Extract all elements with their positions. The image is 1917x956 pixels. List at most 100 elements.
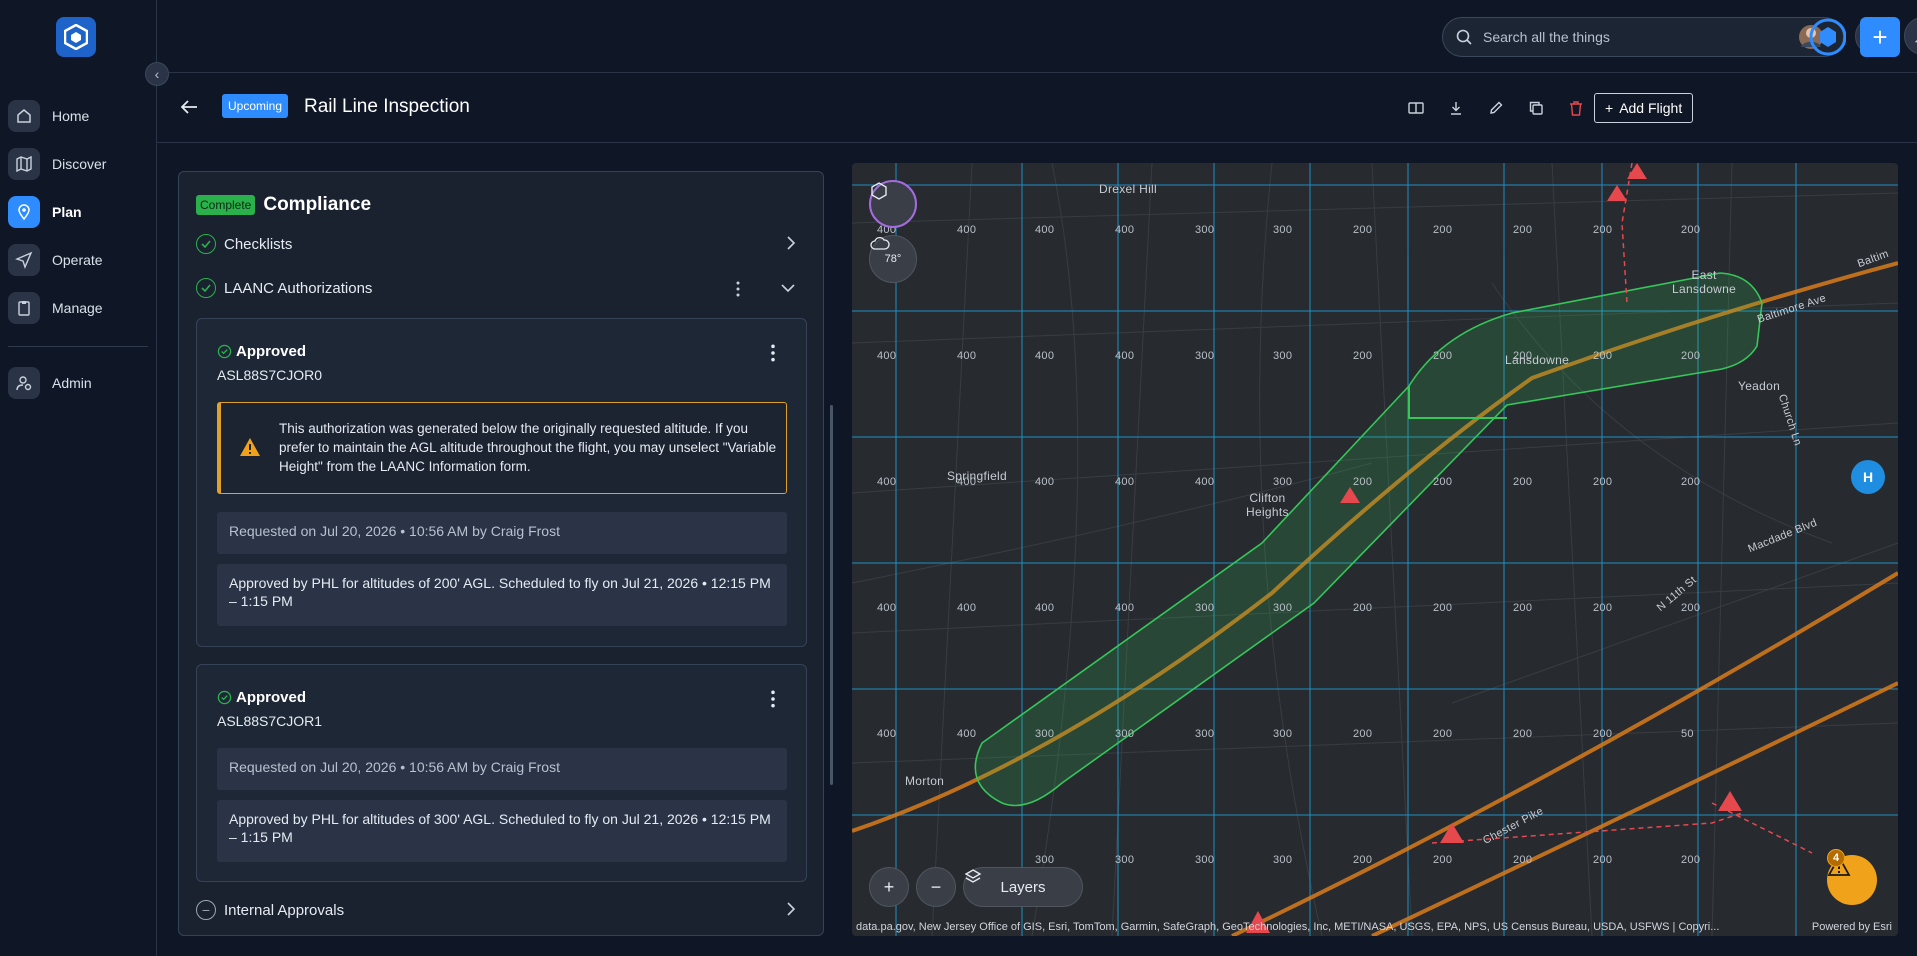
sidebar: Home Discover Plan Operate Manage Admin: [0, 0, 157, 956]
altitude-label: 400: [1115, 602, 1135, 614]
altitude-label: 200: [1353, 224, 1373, 236]
main-nav: Home Discover Plan Operate Manage Admin: [8, 92, 148, 407]
nav-item-home[interactable]: Home: [8, 92, 148, 140]
altitude-label: 200: [1353, 602, 1373, 614]
section-title: Compliance: [263, 194, 372, 215]
altitude-label: 300: [1035, 728, 1055, 740]
altitude-label: 200: [1593, 728, 1613, 740]
altitude-label: 200: [1433, 728, 1453, 740]
delete-button[interactable]: [1565, 97, 1587, 119]
approval-info: Approved by PHL for altitudes of 200' AG…: [217, 564, 787, 626]
weather-temp: 78°: [884, 253, 902, 265]
drone-view-button[interactable]: [869, 180, 917, 228]
altitude-label: 300: [1115, 728, 1135, 740]
place-label: Yeadon: [1738, 379, 1781, 393]
warning-text: This authorization was generated below t…: [279, 421, 777, 474]
send-icon: [8, 244, 40, 276]
internal-approvals-label: Internal Approvals: [224, 901, 345, 919]
search-input[interactable]: Search all the things: [1442, 17, 1844, 57]
panel-scrollbar[interactable]: [830, 405, 833, 785]
authorization-status: Approved: [217, 343, 306, 360]
page-header: Upcoming Rail Line Inspection + Add Flig…: [157, 73, 1917, 143]
requested-info: Requested on Jul 20, 2026 • 10:56 AM by …: [217, 748, 787, 790]
authorization-card: Approved ASL88S7CJOR1 Requested on Jul 2…: [196, 664, 807, 882]
altitude-label: 200: [1513, 602, 1533, 614]
altitude-label: 200: [1681, 224, 1701, 236]
user-avatar[interactable]: [1798, 17, 1847, 57]
book-open-icon: [1408, 102, 1424, 114]
altitude-label: 200: [1353, 728, 1373, 740]
nav-item-operate[interactable]: Operate: [8, 236, 148, 284]
kebab-menu-icon[interactable]: [768, 343, 778, 363]
nav-item-admin[interactable]: Admin: [8, 359, 148, 407]
kebab-menu-icon[interactable]: [736, 281, 740, 297]
kebab-menu-icon[interactable]: [768, 689, 778, 709]
search-placeholder: Search all the things: [1483, 29, 1610, 45]
zoom-out-button[interactable]: −: [916, 867, 956, 907]
location-pin-icon: [8, 196, 40, 228]
check-circle-icon: [196, 278, 216, 298]
status-label: Approved: [236, 343, 307, 360]
notifications-button[interactable]: [1904, 17, 1917, 55]
altitude-label: 400: [877, 728, 897, 740]
back-button[interactable]: [177, 95, 201, 119]
chevron-right-icon: [787, 902, 796, 916]
weather-button[interactable]: 78°: [869, 235, 917, 283]
altitude-label: 300: [1273, 350, 1293, 362]
compliance-panel: Complete Compliance Checklists LAANC Aut…: [178, 171, 824, 936]
authorization-card: Approved ASL88S7CJOR0 This authorization…: [196, 318, 807, 647]
altitude-label: 200: [1681, 854, 1701, 866]
check-circle-icon: [217, 690, 232, 705]
copy-icon: [1529, 101, 1543, 115]
place-label: Drexel Hill: [1099, 182, 1157, 196]
approval-info: Approved by PHL for altitudes of 300' AG…: [217, 800, 787, 862]
layers-button[interactable]: Layers: [963, 867, 1083, 907]
altitude-label: 300: [1195, 854, 1215, 866]
requested-info: Requested on Jul 20, 2026 • 10:56 AM by …: [217, 512, 787, 554]
internal-approvals-row[interactable]: − Internal Approvals: [196, 895, 806, 925]
chevron-left-icon: ‹: [154, 66, 160, 82]
top-bar: Search all the things +: [157, 0, 1917, 73]
place-label: Clifton Heights: [1246, 491, 1289, 519]
clipboard-icon: [8, 292, 40, 324]
altitude-label: 300: [1115, 854, 1135, 866]
altitude-label: 400: [1035, 602, 1055, 614]
status-label: Approved: [236, 689, 307, 706]
check-circle-icon: [196, 234, 216, 254]
warning-icon: [240, 438, 260, 456]
altitude-label: 200: [1513, 476, 1533, 488]
flight-map[interactable]: 400 400 400 400 300 300 200 200 200 200 200 400 400 4…: [852, 163, 1898, 936]
powered-by-esri: Powered by Esri: [1811, 921, 1892, 933]
altitude-label: 200: [1433, 476, 1453, 488]
app-logo[interactable]: [56, 17, 96, 57]
collapse-sidebar-button[interactable]: ‹: [145, 62, 169, 86]
cloud-icon: [870, 236, 890, 250]
alert-count-badge: 4: [1827, 849, 1845, 867]
split-view-button[interactable]: [1405, 97, 1427, 119]
place-label: Lansdowne: [1505, 353, 1570, 367]
hazard-routes: [1431, 163, 1813, 854]
nav-label: Admin: [52, 375, 92, 391]
nav-item-manage[interactable]: Manage: [8, 284, 148, 332]
altitude-label: 300: [1195, 602, 1215, 614]
altitude-label: 300: [1273, 476, 1293, 488]
nav-item-discover[interactable]: Discover: [8, 140, 148, 188]
map-canvas: [852, 163, 1898, 936]
zoom-in-button[interactable]: +: [869, 867, 909, 907]
pencil-icon: [1490, 101, 1503, 114]
add-flight-button[interactable]: + Add Flight: [1594, 93, 1694, 123]
nav-item-plan[interactable]: Plan: [8, 188, 148, 236]
altitude-label: 200: [1593, 224, 1613, 236]
altitude-label: 300: [1273, 854, 1293, 866]
create-button[interactable]: +: [1860, 17, 1900, 57]
download-button[interactable]: [1445, 97, 1467, 119]
altitude-label: 200: [1433, 224, 1453, 236]
laanc-row[interactable]: LAANC Authorizations: [196, 273, 806, 303]
checklists-row[interactable]: Checklists: [196, 229, 806, 259]
altitude-label: 300: [1195, 224, 1215, 236]
heliport-marker[interactable]: H: [1851, 460, 1885, 494]
duplicate-button[interactable]: [1525, 97, 1547, 119]
layers-label: Layers: [1000, 878, 1046, 896]
edit-button[interactable]: [1485, 97, 1507, 119]
altitude-label: 400: [1115, 476, 1135, 488]
